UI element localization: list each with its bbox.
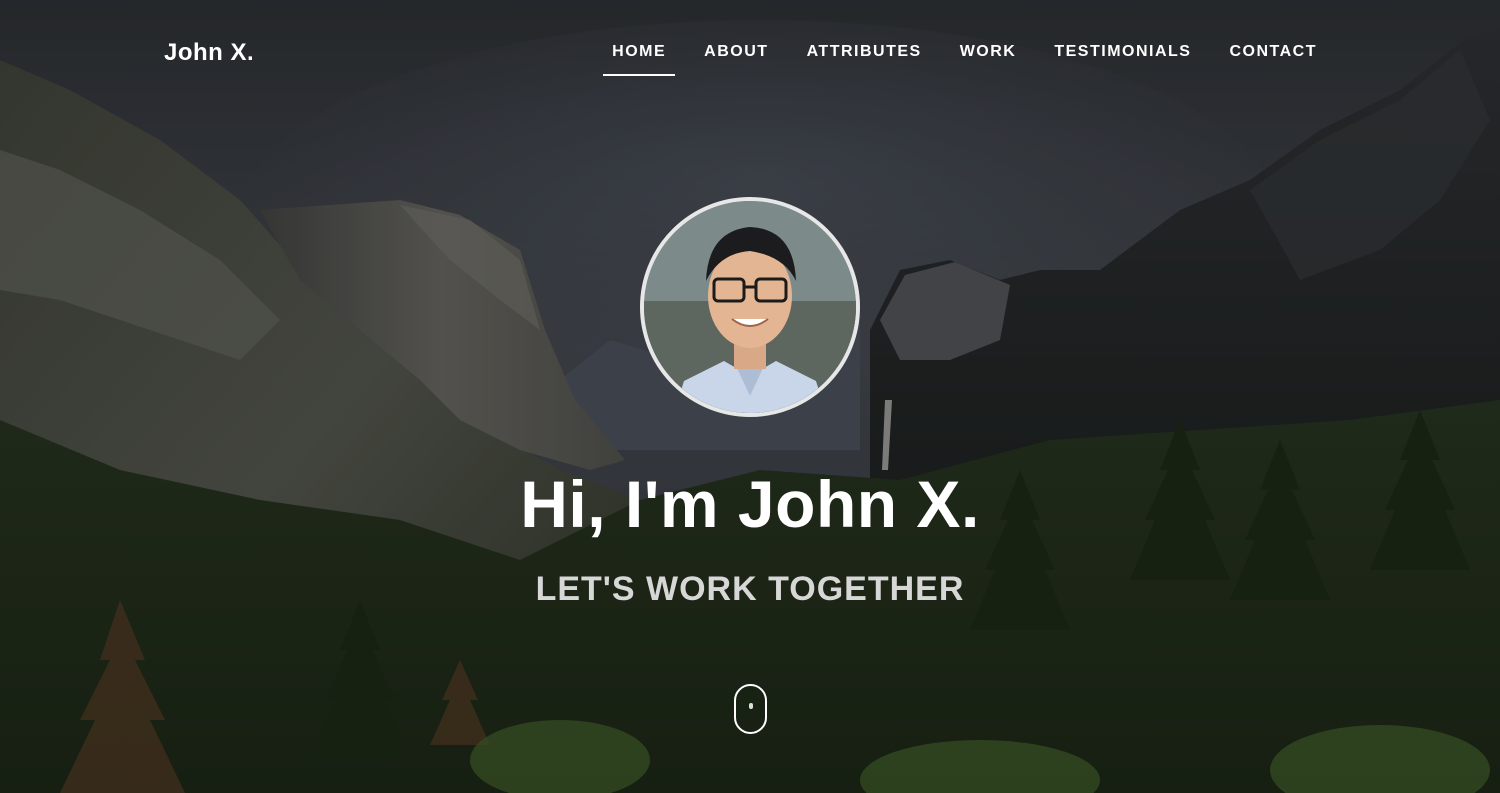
hero-subheadline: LET'S WORK TOGETHER — [535, 570, 965, 608]
nav-item-attributes[interactable]: ATTRIBUTES — [788, 43, 941, 77]
nav-item-testimonials[interactable]: TESTIMONIALS — [1035, 43, 1210, 77]
scroll-wheel-dot — [749, 703, 753, 709]
hero-headline: Hi, I'm John X. — [520, 467, 980, 541]
nav-item-about[interactable]: ABOUT — [685, 43, 787, 77]
main-nav: HOME ABOUT ATTRIBUTES WORK TESTIMONIALS … — [593, 43, 1336, 77]
navbar: John X. HOME ABOUT ATTRIBUTES WORK TESTI… — [0, 0, 1500, 106]
hero-section: John X. HOME ABOUT ATTRIBUTES WORK TESTI… — [0, 0, 1500, 793]
avatar — [640, 197, 860, 417]
brand-logo-link[interactable]: John X. — [164, 39, 254, 67]
mouse-scroll-icon[interactable] — [734, 684, 767, 734]
nav-item-home[interactable]: HOME — [593, 43, 685, 77]
nav-item-work[interactable]: WORK — [941, 43, 1036, 77]
profile-photo — [644, 201, 856, 413]
nav-item-contact[interactable]: CONTACT — [1210, 43, 1336, 77]
